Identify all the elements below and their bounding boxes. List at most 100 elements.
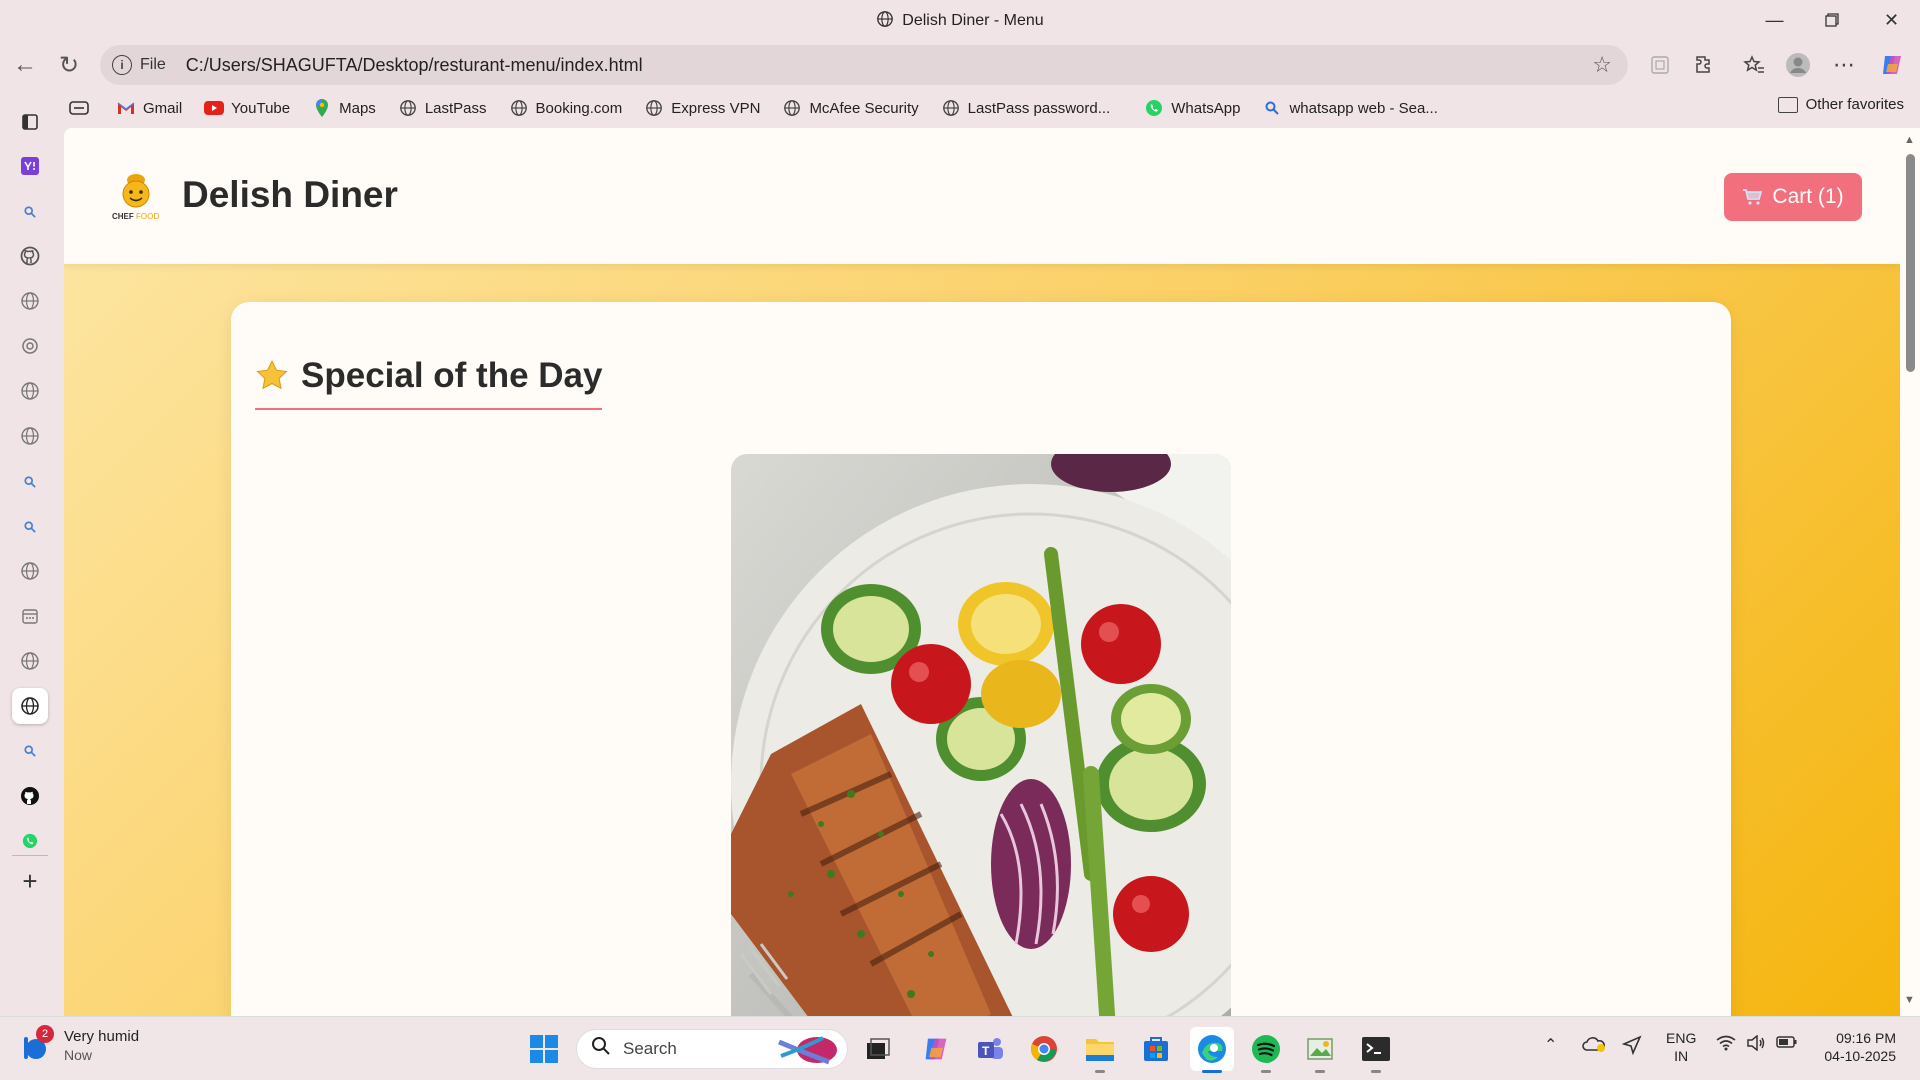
file-explorer-app[interactable]	[1078, 1027, 1122, 1073]
terminal-app[interactable]	[1354, 1027, 1398, 1073]
copilot-icon[interactable]	[1874, 48, 1910, 82]
favorite-star-icon[interactable]: ☆	[1592, 52, 1612, 78]
spotify-icon	[1252, 1035, 1280, 1063]
task-view-button[interactable]	[856, 1027, 900, 1071]
favorite-maps[interactable]: Maps	[312, 98, 376, 118]
add-icon[interactable]: +	[12, 863, 48, 899]
favorite-lastpass[interactable]: LastPass	[398, 98, 487, 118]
globe-icon-active[interactable]	[12, 688, 48, 724]
store-icon	[1144, 1037, 1168, 1061]
globe-icon[interactable]	[12, 283, 48, 319]
language-line2: IN	[1674, 1048, 1689, 1064]
calendar-icon[interactable]	[12, 598, 48, 634]
globe-icon	[398, 98, 418, 118]
favorite-booking[interactable]: Booking.com	[509, 98, 623, 118]
search-icon[interactable]	[12, 509, 48, 545]
image-app[interactable]	[1298, 1027, 1342, 1073]
svg-text:T: T	[982, 1044, 990, 1058]
maps-icon	[312, 98, 332, 118]
other-favorites-label: Other favorites	[1805, 96, 1904, 113]
star-icon	[256, 359, 288, 390]
globe-icon	[941, 98, 961, 118]
search-highlight-icon	[778, 1036, 837, 1065]
taskbar-search[interactable]: Search	[576, 1029, 848, 1069]
teams-app[interactable]: T	[968, 1027, 1012, 1071]
favorites-collections-icon[interactable]	[68, 99, 90, 117]
favorite-lastpass-password[interactable]: LastPass password...	[941, 98, 1111, 118]
clock[interactable]: 09:16 PM 04-10-2025	[1816, 1029, 1896, 1065]
edge-app[interactable]	[1190, 1027, 1234, 1073]
page-viewport: CHEF FOOD Delish Diner Cart (1) Special …	[64, 128, 1900, 1016]
globe-icon[interactable]	[12, 418, 48, 454]
search-icon[interactable]	[12, 733, 48, 769]
favorite-mcafee[interactable]: McAfee Security	[782, 98, 919, 118]
favorite-label: Express VPN	[671, 99, 761, 117]
favorite-youtube[interactable]: YouTube	[204, 98, 290, 118]
back-button[interactable]: ←	[8, 48, 42, 82]
chef-food-logo[interactable]: CHEF FOOD	[108, 168, 164, 224]
search-icon	[591, 1036, 611, 1062]
profile-avatar[interactable]	[1780, 48, 1816, 82]
special-dish-image	[731, 454, 1231, 1016]
globe-icon[interactable]	[12, 643, 48, 679]
globe-icon[interactable]	[12, 373, 48, 409]
task-view-icon	[867, 1038, 890, 1059]
scroll-down-icon[interactable]: ▼	[1904, 994, 1915, 1006]
gmail-icon	[116, 98, 136, 118]
split-screen-icon[interactable]	[1642, 48, 1678, 82]
extensions-icon[interactable]	[1686, 48, 1722, 82]
info-icon[interactable]: i	[112, 55, 132, 75]
refresh-button[interactable]: ↻	[52, 48, 86, 82]
onedrive-icon[interactable]	[1582, 1035, 1606, 1058]
folder-icon	[1777, 96, 1798, 113]
favorite-label: LastPass	[424, 99, 487, 117]
image-app-icon	[1307, 1038, 1333, 1060]
search-icon	[1262, 98, 1282, 118]
address-bar[interactable]: i File C:/Users/SHAGUFTA/Desktop/restura…	[100, 45, 1628, 85]
favorite-whatsapp[interactable]: WhatsApp	[1144, 98, 1240, 118]
copilot-app[interactable]	[914, 1027, 958, 1071]
special-card: Special of the Day	[231, 302, 1731, 1016]
favorites-icon[interactable]	[1736, 48, 1772, 82]
other-favorites[interactable]: Other favorites	[1777, 96, 1904, 113]
url-text[interactable]: C:/Users/SHAGUFTA/Desktop/resturant-menu…	[186, 55, 643, 76]
running-indicator	[1261, 1070, 1271, 1073]
wifi-icon[interactable]	[1716, 1035, 1736, 1056]
weather-widget[interactable]: 2 Very humid Now	[20, 1025, 139, 1063]
start-button[interactable]	[522, 1027, 566, 1071]
github-icon[interactable]	[12, 778, 48, 814]
github-icon[interactable]	[12, 238, 48, 274]
tab-actions-icon[interactable]	[12, 104, 48, 140]
favorite-gmail[interactable]: Gmail	[116, 98, 182, 118]
chatgpt-icon[interactable]	[12, 328, 48, 364]
teams-icon: T	[978, 1038, 1003, 1059]
store-app[interactable]	[1134, 1027, 1178, 1071]
more-options-icon[interactable]: ⋯	[1826, 48, 1862, 82]
scroll-up-icon[interactable]: ▲	[1904, 134, 1915, 146]
favorite-express-vpn[interactable]: Express VPN	[644, 98, 760, 118]
section-title: Special of the Day	[301, 356, 603, 395]
scrollbar-thumb[interactable]	[1906, 154, 1915, 372]
cart-button[interactable]: Cart (1)	[1724, 173, 1862, 221]
volume-icon[interactable]	[1746, 1034, 1766, 1056]
favorite-whatsapp-web-search[interactable]: whatsapp web - Sea...	[1262, 98, 1438, 118]
show-hidden-icons[interactable]: ⌃	[1544, 1035, 1557, 1055]
location-icon[interactable]	[1621, 1035, 1642, 1060]
clock-time: 09:16 PM	[1836, 1030, 1896, 1046]
favorite-label: Booking.com	[535, 99, 623, 117]
search-icon[interactable]	[12, 464, 48, 500]
restore-button[interactable]	[1803, 0, 1860, 40]
favorite-label: LastPass password...	[967, 99, 1111, 117]
whatsapp-icon[interactable]	[12, 823, 48, 859]
page-scrollbar[interactable]: ▲ ▼	[1900, 128, 1920, 1016]
globe-icon[interactable]	[12, 553, 48, 589]
battery-icon[interactable]	[1776, 1035, 1798, 1054]
close-button[interactable]: ✕	[1863, 0, 1920, 40]
chrome-app[interactable]	[1022, 1027, 1066, 1071]
terminal-icon	[1362, 1037, 1390, 1061]
search-icon[interactable]	[12, 194, 48, 230]
spotify-app[interactable]	[1244, 1027, 1288, 1073]
language-indicator[interactable]: ENG IN	[1666, 1029, 1696, 1065]
yahoo-icon[interactable]	[12, 148, 48, 184]
minimize-button[interactable]: —	[1746, 0, 1803, 40]
